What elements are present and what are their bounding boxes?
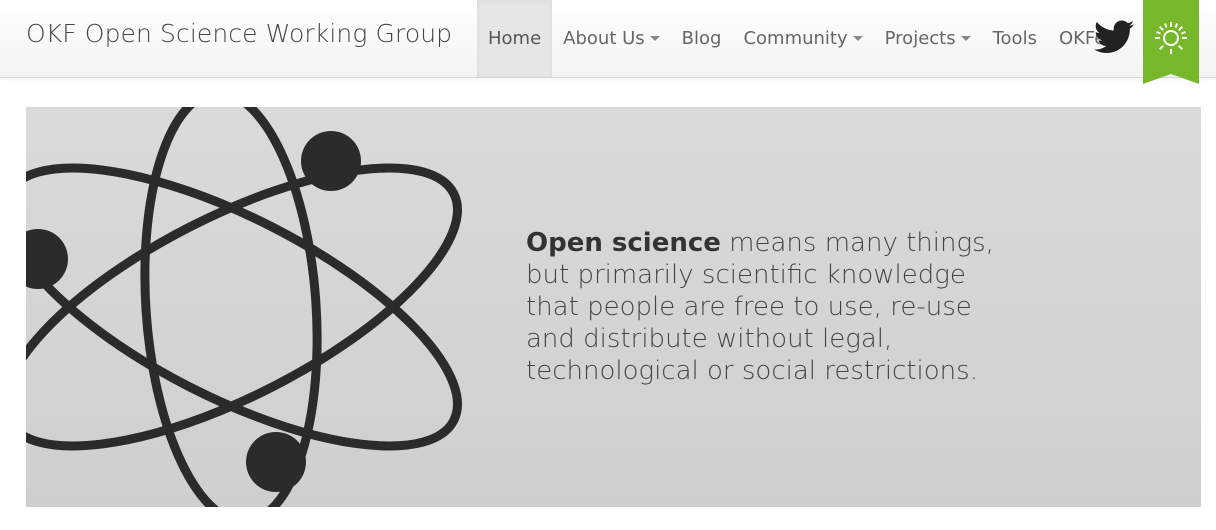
hero-banner: Open science means many things, but prim… xyxy=(26,107,1201,507)
nav-tools-label: Tools xyxy=(992,28,1037,49)
hero-tagline: Open science means many things, but prim… xyxy=(526,227,1006,387)
twitter-bird-icon[interactable] xyxy=(1094,20,1134,54)
okf-logo-icon[interactable] xyxy=(1143,0,1199,84)
nav-blog[interactable]: Blog xyxy=(671,0,733,77)
atom-electron xyxy=(301,131,361,191)
nav-tools[interactable]: Tools xyxy=(982,0,1048,77)
main-nav: Home About Us Blog Community Projects To… xyxy=(477,0,1133,77)
caret-down-icon xyxy=(649,36,660,41)
atom-icon xyxy=(26,107,462,507)
nav-projects[interactable]: Projects xyxy=(874,0,982,77)
badge-ribbon xyxy=(1143,0,1199,84)
nav-community-label: Community xyxy=(743,28,848,49)
nav-community[interactable]: Community xyxy=(732,0,873,77)
site-title[interactable]: OKF Open Science Working Group xyxy=(26,19,452,48)
caret-down-icon xyxy=(960,36,971,41)
nav-about-us-label: About Us xyxy=(563,28,645,49)
nav-about-us[interactable]: About Us xyxy=(552,0,671,77)
atom-electron xyxy=(246,432,306,492)
nav-projects-label: Projects xyxy=(884,28,956,49)
nav-home[interactable]: Home xyxy=(477,0,553,77)
nav-home-label: Home xyxy=(488,28,542,49)
nav-blog-label: Blog xyxy=(681,28,722,49)
navbar: OKF Open Science Working Group Home Abou… xyxy=(0,0,1216,84)
atom-electron xyxy=(26,229,68,289)
hero-tagline-bold: Open science xyxy=(526,228,721,258)
caret-down-icon xyxy=(852,36,863,41)
